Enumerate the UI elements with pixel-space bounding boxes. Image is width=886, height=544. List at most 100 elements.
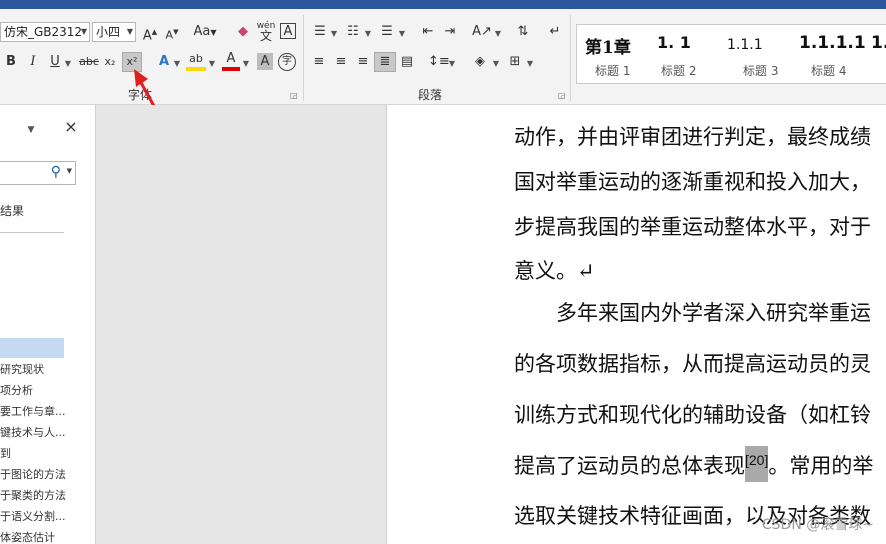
style-heading-5[interactable]: 1. [869, 25, 886, 83]
strikethrough-button[interactable]: abc [78, 53, 100, 71]
align-left-button[interactable]: ≡ [310, 53, 328, 71]
style-sample: 1.1.1 [727, 37, 763, 53]
text-direction-button[interactable]: A↗ [472, 23, 492, 41]
shrink-font-button[interactable]: A▼ [164, 23, 180, 45]
document-line[interactable]: 步提高我国的举重运动整体水平，对于 [514, 211, 871, 241]
align-right-icon: ≡ [357, 54, 369, 69]
paragraph-group-label: 段落 [418, 88, 443, 102]
document-line[interactable]: 多年来国内外学者深入研究举重运 [514, 297, 871, 327]
document-line[interactable]: 国对举重运动的逐渐重视和投入加大， [514, 166, 871, 196]
justify-button[interactable]: ≣ [374, 52, 396, 72]
bullets-button[interactable]: ☰ [310, 23, 330, 41]
line-spacing-button[interactable]: ↕≡ [428, 53, 450, 71]
citation-selected[interactable]: [20] [745, 446, 769, 482]
bold-button[interactable]: B [4, 53, 18, 71]
style-heading-2[interactable]: 1. 1 标题 2 [647, 25, 719, 83]
distributed-button[interactable]: ▤ [398, 53, 416, 71]
multilevel-list-button[interactable]: ☰ [377, 23, 397, 41]
enclose-char-button[interactable]: 字 [278, 53, 296, 71]
chevron-down-icon[interactable]: ▼ [526, 55, 534, 73]
style-heading-3[interactable]: 1.1.1 标题 3 [719, 25, 791, 83]
align-right-button[interactable]: ≡ [354, 53, 372, 71]
style-heading-1[interactable]: 第1章 标题 1 [577, 25, 647, 83]
document-line[interactable]: 动作，并由评审团进行判定，最终成绩 [514, 121, 871, 151]
nav-heading[interactable]: 项分析 [0, 382, 33, 398]
align-center-button[interactable]: ≡ [332, 53, 350, 71]
borders-icon: ⊞ [509, 54, 521, 69]
justify-icon: ≣ [379, 54, 391, 69]
nav-tab-results[interactable]: 结果 [0, 202, 24, 219]
chevron-down-icon[interactable]: ▼ [173, 55, 181, 73]
chevron-down-icon[interactable]: ▼ [81, 23, 87, 41]
grow-font-button[interactable]: A▲ [142, 23, 158, 45]
nav-heading[interactable]: 到 [0, 445, 11, 461]
chevron-down-icon[interactable]: ▼ [25, 121, 37, 139]
style-name: 标题 2 [661, 64, 697, 78]
chevron-down-icon[interactable]: ▼ [330, 25, 338, 43]
nav-heading[interactable]: 体姿态估计 [0, 529, 55, 544]
char-shading-icon: A [260, 54, 270, 69]
style-heading-4[interactable]: 1.1.1.1 标题 4 [791, 25, 869, 83]
font-name-combo[interactable]: 仿宋_GB2312 ▼ [0, 22, 90, 42]
chevron-down-icon[interactable]: ▼ [67, 167, 72, 175]
style-name: 标题 3 [743, 64, 779, 78]
chevron-down-icon[interactable]: ▼ [492, 55, 500, 73]
font-color-button[interactable]: A [222, 51, 240, 71]
chevron-down-icon[interactable]: ▼ [364, 25, 372, 43]
shading-button[interactable]: ◈ [470, 53, 490, 71]
document-line[interactable]: 意义。↵ [514, 255, 595, 285]
style-sample: 1. [871, 33, 886, 53]
search-icon[interactable]: ⚲ [51, 164, 61, 180]
underline-button[interactable]: U [48, 53, 62, 71]
line-spacing-icon: ↕≡ [428, 54, 450, 69]
chevron-down-icon[interactable]: ▼ [127, 23, 133, 41]
nav-heading[interactable]: 研究现状 [0, 361, 44, 377]
document-page[interactable]: 动作，并由评审团进行判定，最终成绩 国对举重运动的逐渐重视和投入加大， 步提高我… [387, 105, 886, 544]
chevron-down-icon[interactable]: ▼ [398, 25, 406, 43]
increase-indent-icon: ⇥ [444, 24, 456, 39]
sort-button[interactable]: ⇅ [514, 23, 532, 41]
change-case-button[interactable]: Aa▼ [191, 23, 219, 42]
chevron-down-icon[interactable]: ▼ [242, 55, 250, 73]
nav-heading[interactable]: 键技术与人... [0, 424, 66, 440]
search-input[interactable]: ⚲ ▼ [0, 161, 76, 185]
numbering-button[interactable]: ☷ [343, 23, 363, 41]
increase-indent-button[interactable]: ⇥ [441, 23, 459, 41]
style-sample: 1.1.1.1 [799, 33, 866, 53]
change-case-icon: Aa [193, 24, 211, 39]
char-shading-button[interactable]: A [257, 53, 273, 70]
nav-heading[interactable]: 要工作与章... [0, 403, 66, 419]
document-line[interactable]: 训练方式和现代化的辅助设备（如杠铃 [514, 399, 871, 429]
font-dialog-launcher[interactable]: ◲ [290, 91, 298, 100]
decrease-indent-button[interactable]: ⇤ [419, 23, 437, 41]
borders-button[interactable]: ⊞ [506, 53, 524, 71]
phonetic-guide-button[interactable]: wén 文 [256, 21, 276, 43]
font-color-icon: A [226, 51, 236, 66]
chevron-down-icon[interactable]: ▼ [494, 25, 502, 43]
chevron-down-icon[interactable]: ▼ [448, 55, 456, 73]
show-marks-button[interactable]: ↵ [546, 23, 564, 41]
italic-button[interactable]: I [26, 53, 40, 71]
grow-font-icon: A [142, 28, 152, 44]
paragraph-dialog-launcher[interactable]: ◲ [558, 91, 566, 100]
char-border-button[interactable]: A [280, 23, 296, 39]
nav-selected-heading[interactable] [0, 338, 64, 358]
font-name-value: 仿宋_GB2312 [4, 25, 83, 39]
chevron-down-icon[interactable]: ▼ [208, 55, 216, 73]
nav-heading[interactable]: 于聚类的方法 [0, 487, 66, 503]
nav-heading[interactable]: 于图论的方法 [0, 466, 66, 482]
document-line[interactable]: 的各项数据指标，从而提高运动员的灵 [514, 348, 871, 378]
close-icon[interactable]: × [62, 118, 80, 136]
document-line[interactable]: 提高了运动员的总体表现[20]。常用的举 [514, 446, 874, 482]
font-size-combo[interactable]: 小四 ▼ [92, 22, 136, 42]
text-run: 提高了运动员的总体表现 [514, 454, 745, 478]
nav-heading[interactable]: 于语义分割... [0, 508, 66, 524]
chevron-down-icon[interactable]: ▼ [64, 55, 72, 73]
eraser-icon: ◆ [238, 24, 248, 39]
clear-formatting-button[interactable]: ◆ [234, 23, 252, 41]
highlight-button[interactable]: ab [186, 51, 206, 71]
subscript-button[interactable]: x₂ [102, 53, 118, 71]
align-center-icon: ≡ [335, 54, 347, 69]
text-run: 。常用的举 [768, 454, 874, 478]
group-separator [570, 15, 571, 101]
